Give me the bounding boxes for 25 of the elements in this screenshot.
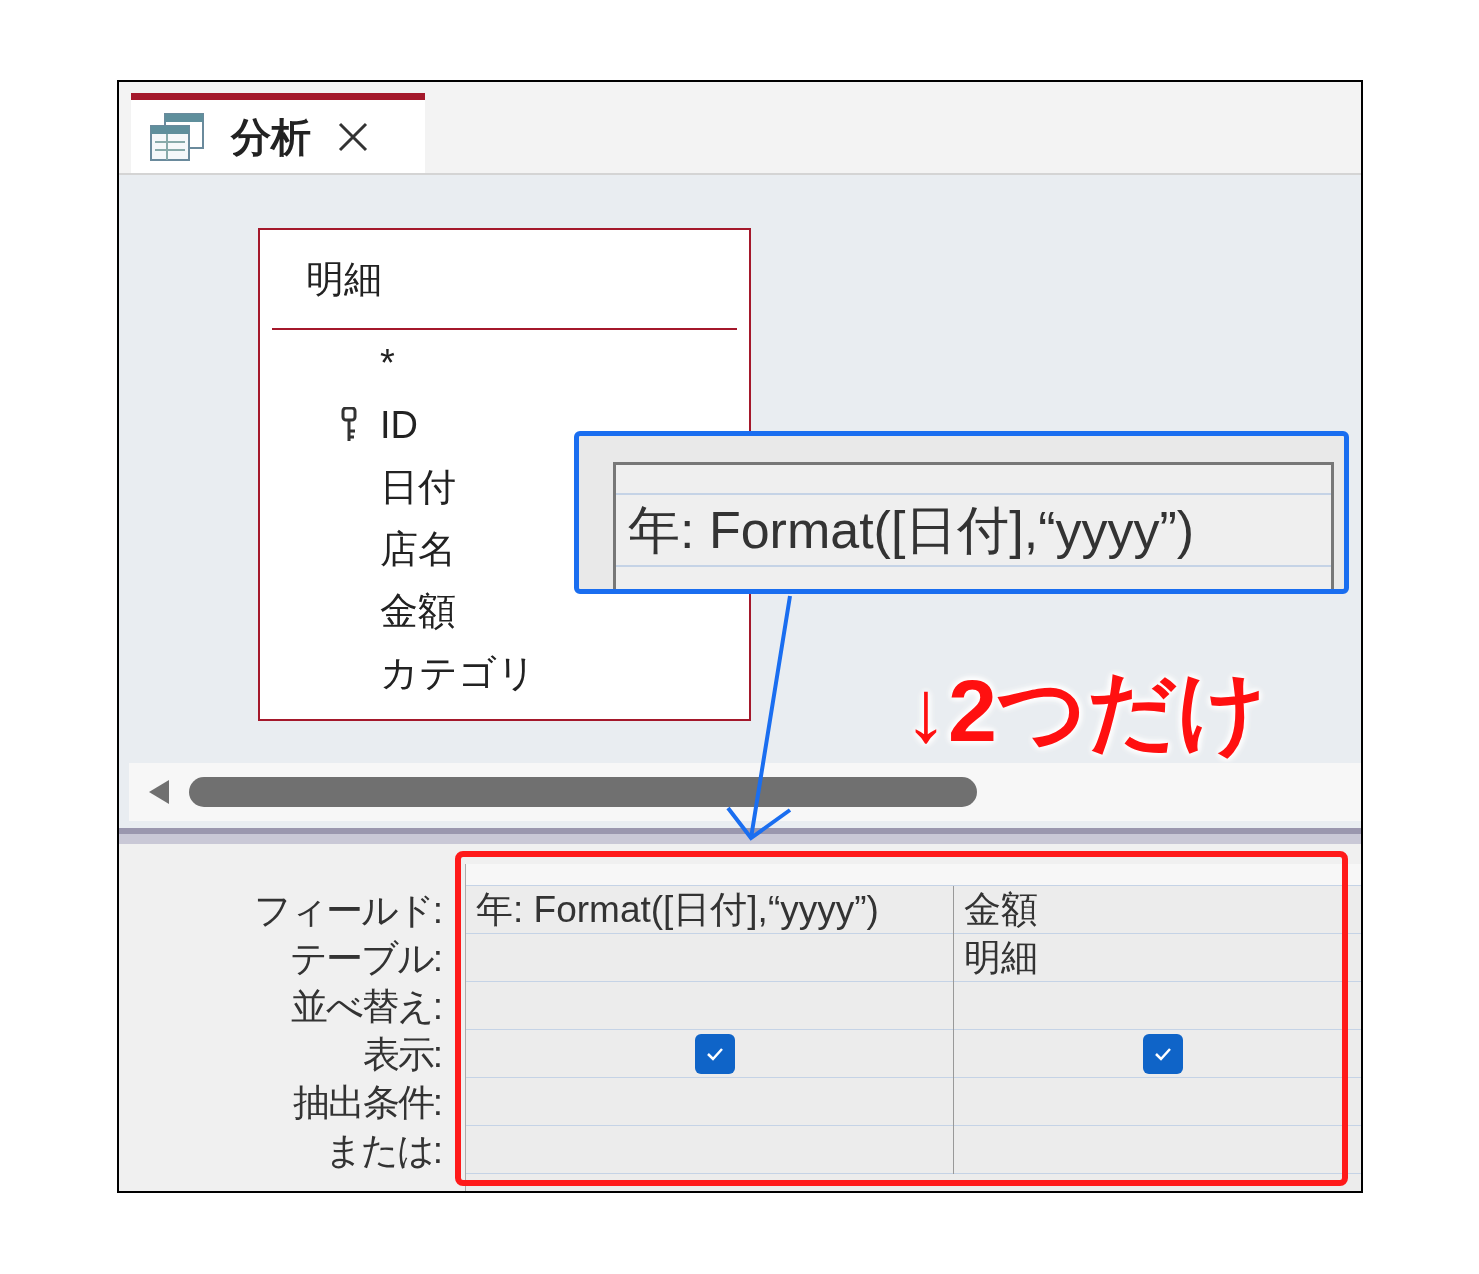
query-tab[interactable]: 分析 bbox=[131, 93, 425, 173]
row-label: 抽出条件: bbox=[292, 1083, 441, 1121]
scrollbar[interactable] bbox=[129, 763, 1361, 821]
row-label: フィールド: bbox=[253, 891, 441, 929]
field-name[interactable]: * bbox=[380, 334, 395, 392]
row-label: 並べ替え: bbox=[290, 987, 441, 1025]
row-label: テーブル: bbox=[289, 939, 441, 977]
grid-cell[interactable]: 明細 bbox=[964, 939, 1038, 976]
row-label: 表示: bbox=[362, 1035, 441, 1073]
tab-label: 分析 bbox=[231, 113, 311, 161]
query-icon bbox=[149, 111, 205, 162]
close-icon[interactable] bbox=[337, 120, 369, 153]
grid-cell[interactable]: 年: Format([日付],“yyyy”) bbox=[476, 891, 879, 928]
field-name[interactable]: 金額 bbox=[380, 582, 456, 640]
table-title: 明細 bbox=[306, 256, 382, 302]
annotation-text: ↓2つだけ bbox=[903, 660, 1268, 762]
field-name[interactable]: カテゴリ bbox=[380, 644, 536, 702]
field-name[interactable]: ID bbox=[380, 396, 418, 454]
field-name[interactable]: 店名 bbox=[380, 520, 456, 578]
grid-cell[interactable]: 金額 bbox=[964, 891, 1038, 928]
scrollbar-thumb[interactable] bbox=[189, 777, 977, 807]
show-checkbox[interactable] bbox=[694, 1033, 735, 1074]
row-label: または: bbox=[324, 1131, 441, 1169]
show-checkbox[interactable] bbox=[1142, 1033, 1183, 1074]
field-name[interactable]: 日付 bbox=[380, 458, 456, 516]
